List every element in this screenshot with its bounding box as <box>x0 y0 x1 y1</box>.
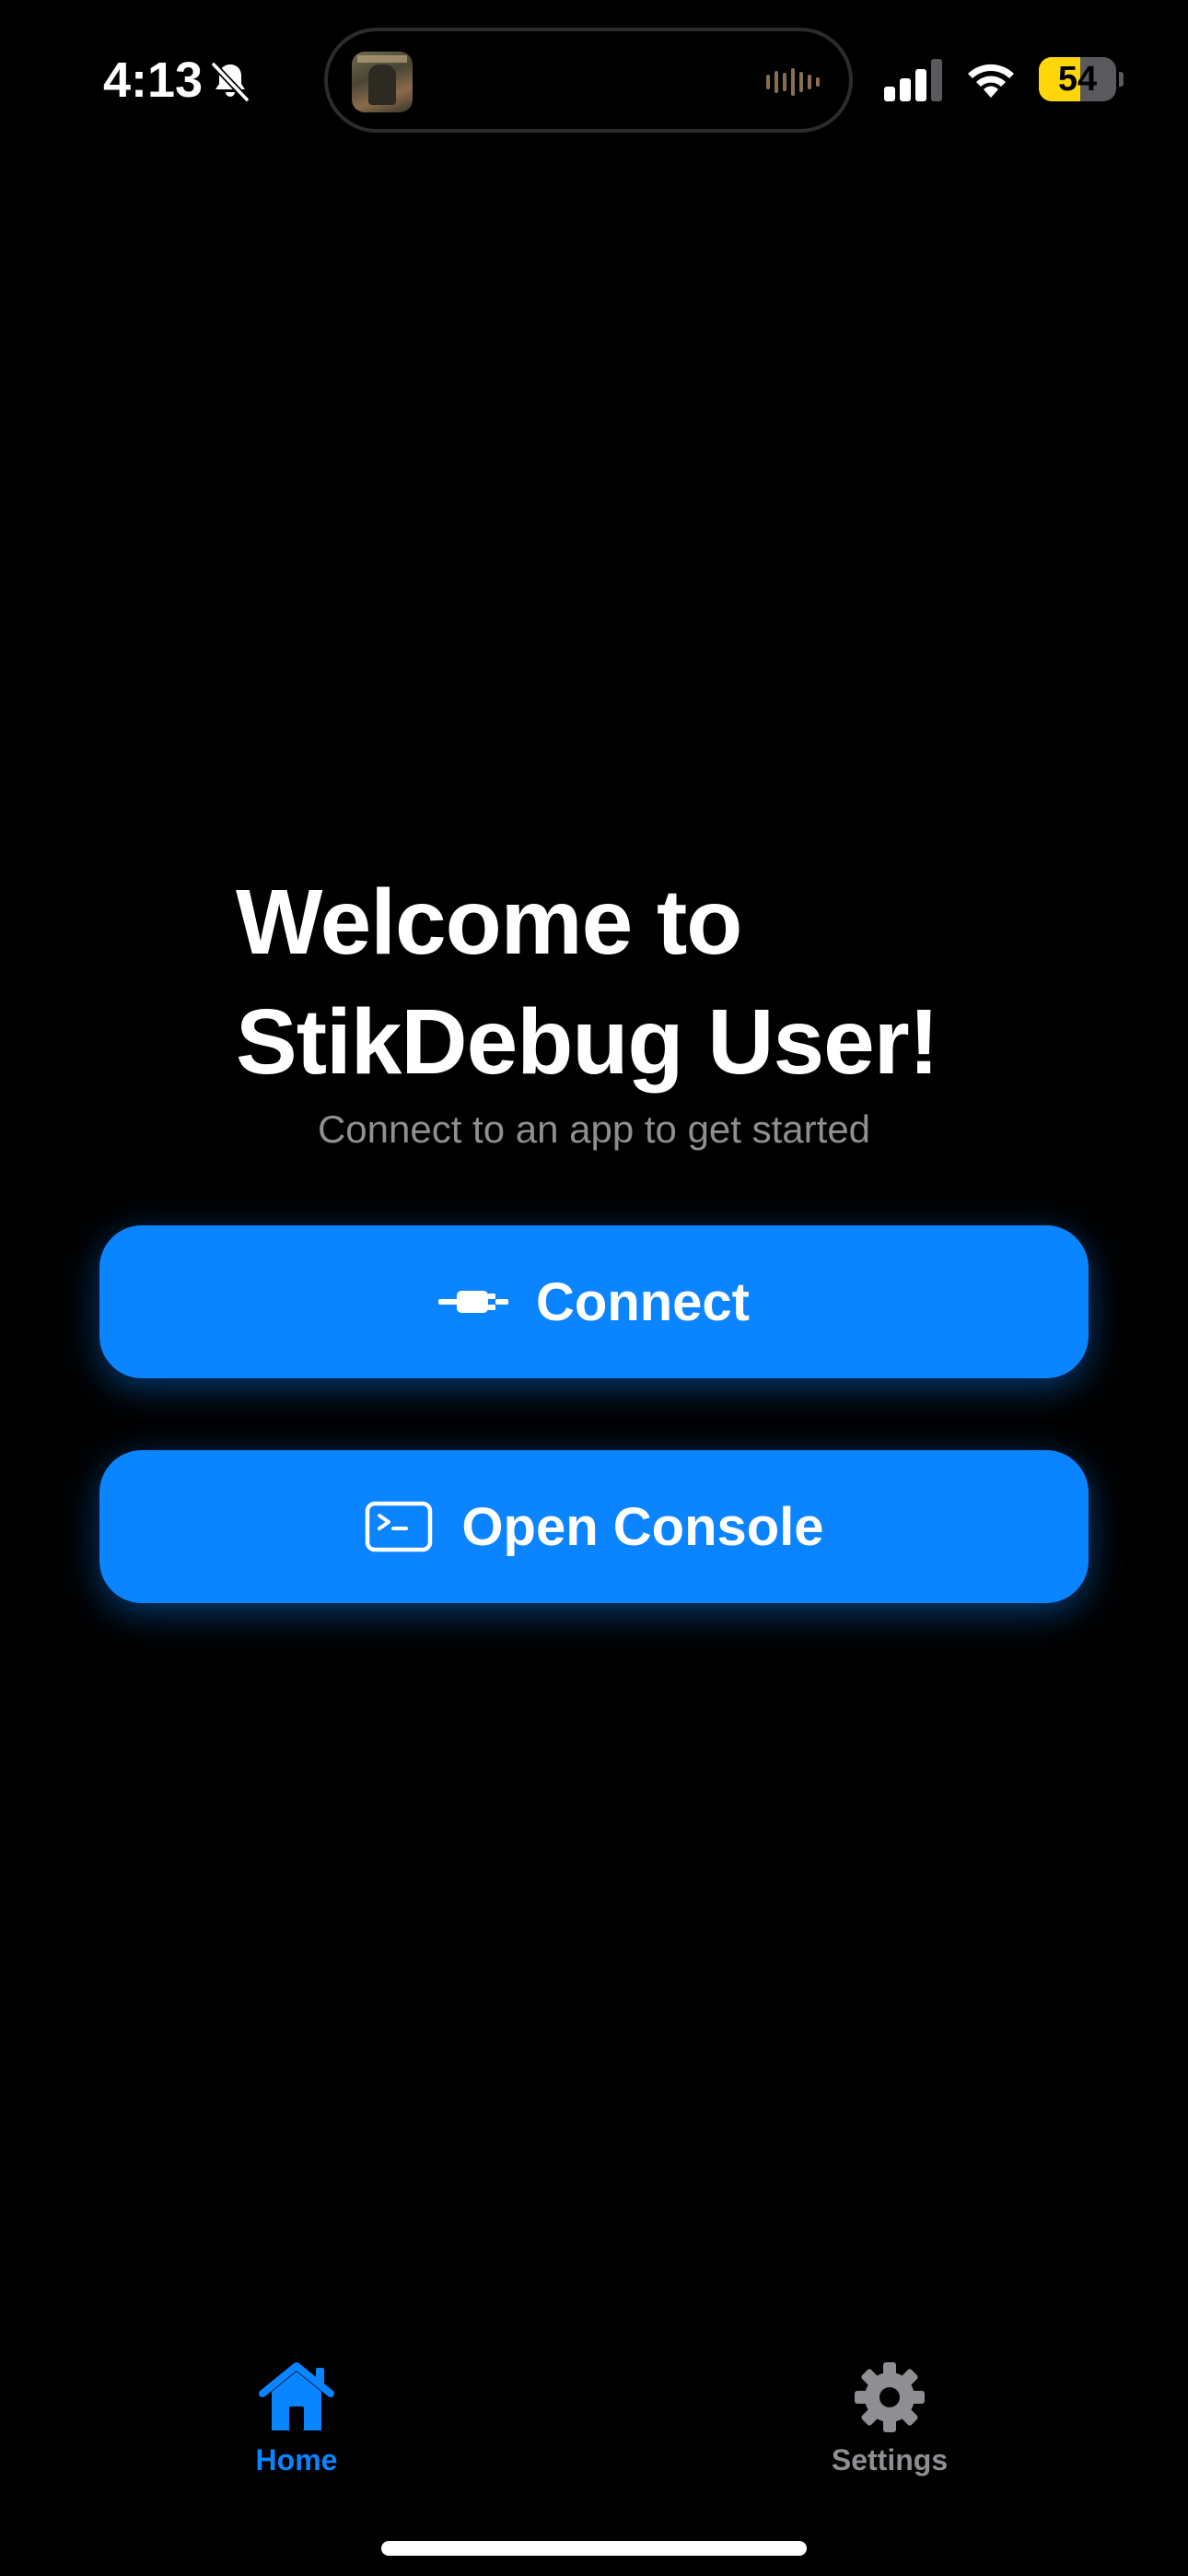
dynamic-island[interactable] <box>324 28 853 133</box>
welcome-subtitle: Connect to an app to get started <box>317 1107 871 1151</box>
welcome-title-line-2: StikDebug User! <box>236 990 939 1094</box>
cellular-signal-icon <box>884 59 942 101</box>
now-playing-artwork <box>352 52 413 112</box>
tab-settings-label: Settings <box>831 2443 949 2476</box>
tab-home-label: Home <box>255 2443 338 2476</box>
open-console-button-label: Open Console <box>461 1496 824 1557</box>
house-icon <box>259 2362 334 2430</box>
gear-icon <box>855 2362 925 2432</box>
terminal-icon <box>366 1501 433 1552</box>
bell-slash-icon <box>211 62 250 102</box>
open-console-button[interactable]: Open Console <box>99 1450 1089 1603</box>
wifi-icon <box>968 64 1014 98</box>
waveform-icon <box>766 68 820 96</box>
status-time: 4:13 <box>103 53 204 108</box>
welcome-title-line-1: Welcome to <box>236 871 742 974</box>
connect-button[interactable]: Connect <box>99 1225 1089 1378</box>
tab-home[interactable]: Home <box>195 2360 398 2489</box>
cable-connector-icon <box>438 1291 508 1313</box>
battery-level: 54 <box>1057 60 1098 99</box>
tab-settings[interactable]: Settings <box>788 2360 991 2489</box>
connect-button-label: Connect <box>536 1271 750 1332</box>
home-indicator[interactable] <box>381 2541 807 2556</box>
app-screen: 4:13 54 Welcome to StikDebug User! Conne… <box>0 0 1188 2576</box>
battery-icon: 54 <box>1039 57 1124 101</box>
